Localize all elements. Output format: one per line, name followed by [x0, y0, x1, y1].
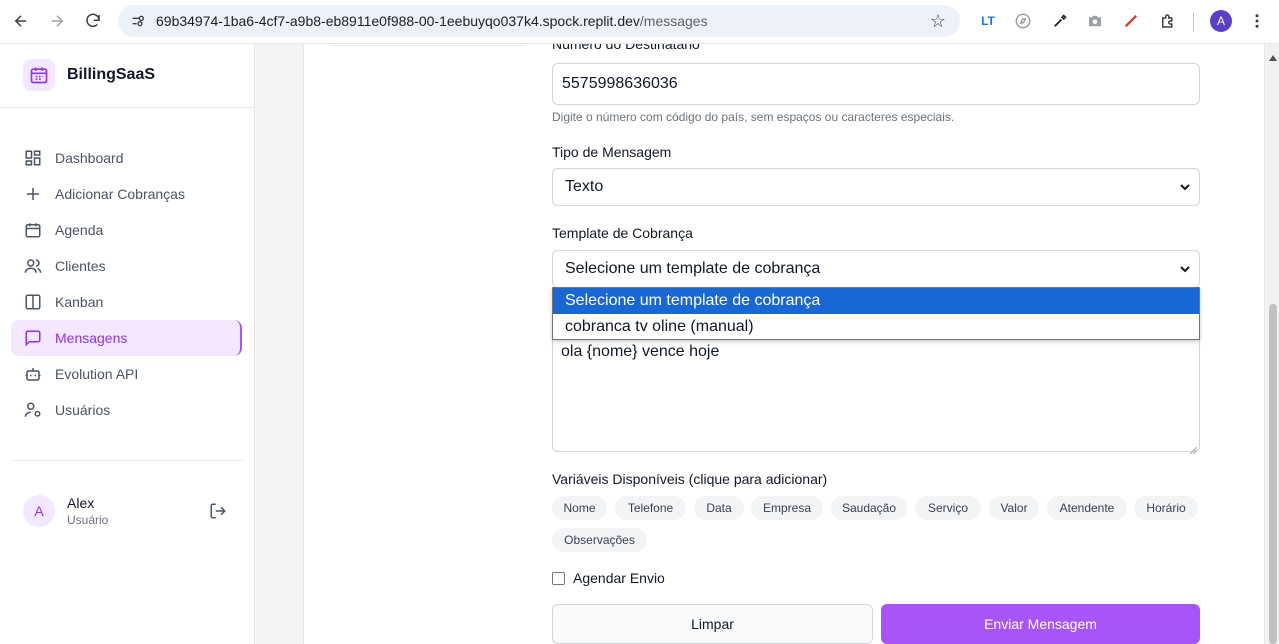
- site-settings-icon[interactable]: [130, 13, 146, 29]
- message-icon: [23, 328, 43, 348]
- users-icon: [23, 256, 43, 276]
- template-label: Template de Cobrança: [552, 225, 693, 241]
- scroll-up-arrow-icon[interactable]: [1269, 48, 1277, 61]
- divider: [0, 107, 254, 108]
- message-textarea[interactable]: ola {nome} vence hoje: [552, 332, 1200, 455]
- bookmark-star-icon[interactable]: ☆: [930, 11, 946, 32]
- calendar-icon: [23, 220, 43, 240]
- sidebar-item-label: Usuários: [55, 402, 111, 418]
- toolbar-divider: [1193, 12, 1194, 32]
- schedule-row: Agendar Envio: [552, 570, 665, 586]
- recipient-hint: Digite o número com código do país, sem …: [552, 110, 955, 124]
- variable-chip[interactable]: Horário: [1134, 496, 1198, 520]
- send-message-button[interactable]: Enviar Mensagem: [881, 604, 1200, 644]
- variables-label: Variáveis Disponíveis (clique para adici…: [552, 471, 828, 487]
- variable-chip[interactable]: Atendente: [1047, 496, 1127, 520]
- variable-chip[interactable]: Empresa: [751, 496, 823, 520]
- variable-chip[interactable]: Observações: [552, 528, 647, 552]
- url-text: 69b34974-1ba6-4cf7-a9b8-eb8911e0f988-00-…: [156, 13, 708, 29]
- clear-button[interactable]: Limpar: [552, 604, 873, 644]
- plus-icon: [23, 184, 43, 204]
- sidebar-item-label: Mensagens: [55, 330, 128, 346]
- browser-toolbar: 69b34974-1ba6-4cf7-a9b8-eb8911e0f988-00-…: [0, 0, 1279, 44]
- avatar: A: [23, 495, 55, 527]
- variable-chip[interactable]: Saudação: [831, 496, 907, 520]
- user-profile: A Alex Usuário: [23, 494, 233, 528]
- user-cog-icon: [23, 400, 43, 420]
- resize-handle-icon[interactable]: [1189, 441, 1198, 455]
- extensions-puzzle-icon[interactable]: [1158, 11, 1178, 31]
- extension-lt-icon[interactable]: LT: [978, 11, 998, 31]
- template-option[interactable]: Selecione um template de cobrança: [553, 288, 1199, 314]
- forward-icon[interactable]: [45, 9, 69, 33]
- sidebar-item-clientes[interactable]: Clientes: [11, 248, 242, 284]
- schedule-checkbox[interactable]: [552, 571, 565, 585]
- bot-icon: [23, 364, 43, 384]
- sidebar-item-dashboard[interactable]: Dashboard: [11, 140, 242, 176]
- calendar-logo-icon: [23, 59, 55, 91]
- sidebar-item-label: Kanban: [55, 294, 104, 310]
- sidebar-item-label: Clientes: [55, 258, 106, 274]
- extension-camera-icon[interactable]: [1085, 11, 1105, 31]
- sidebar-item-usuarios[interactable]: Usuários: [11, 392, 242, 428]
- brand[interactable]: BillingSaaS: [23, 59, 155, 91]
- variable-chip[interactable]: Telefone: [615, 496, 686, 520]
- user-role: Usuário: [67, 513, 109, 527]
- schedule-label[interactable]: Agendar Envio: [573, 570, 665, 586]
- sidebar-item-adicionar-cobrancas[interactable]: Adicionar Cobranças: [11, 176, 242, 212]
- sidebar-item-label: Agenda: [55, 222, 104, 238]
- extension-compass-icon[interactable]: [1013, 11, 1033, 31]
- browser-menu-icon[interactable]: [1247, 11, 1267, 31]
- profile-avatar[interactable]: A: [1210, 10, 1232, 32]
- logout-icon[interactable]: [209, 502, 227, 525]
- kanban-icon: [23, 292, 43, 312]
- address-bar[interactable]: 69b34974-1ba6-4cf7-a9b8-eb8911e0f988-00-…: [118, 5, 960, 37]
- extension-eyedropper-icon[interactable]: [1050, 11, 1070, 31]
- chevron-down-icon: [1179, 262, 1191, 276]
- recipient-input[interactable]: 5575998636036: [552, 63, 1200, 105]
- sidebar-menu: Dashboard Adicionar Cobranças Agenda Cli…: [11, 140, 242, 428]
- sidebar-item-kanban[interactable]: Kanban: [11, 284, 242, 320]
- user-name: Alex: [67, 495, 95, 511]
- sidebar-item-label: Dashboard: [55, 150, 124, 166]
- template-select[interactable]: Selecione um template de cobrança: [552, 250, 1200, 288]
- back-icon[interactable]: [9, 9, 33, 33]
- tab-panel-edge: [329, 44, 527, 46]
- variable-chip[interactable]: Valor: [989, 496, 1039, 520]
- type-select-value: Texto: [565, 178, 604, 195]
- page-scrollbar[interactable]: [1267, 44, 1279, 644]
- sidebar: BillingSaaS Dashboard Adicionar Cobrança…: [0, 44, 255, 644]
- scrollbar-thumb[interactable]: [1269, 304, 1277, 644]
- user-info: Alex Usuário: [67, 495, 108, 527]
- main-content: Número do Destinatário 5575998636036 Dig…: [255, 44, 1267, 644]
- template-dropdown-list: Selecione um template de cobrança cobran…: [552, 287, 1200, 340]
- sidebar-item-label: Evolution API: [55, 366, 139, 382]
- variable-chip[interactable]: Nome: [552, 496, 607, 520]
- dashboard-icon: [23, 148, 43, 168]
- reload-icon[interactable]: [81, 9, 105, 33]
- sidebar-item-agenda[interactable]: Agenda: [11, 212, 242, 248]
- sidebar-item-evolution-api[interactable]: Evolution API: [11, 356, 242, 392]
- extension-pen-icon[interactable]: [1121, 11, 1141, 31]
- message-text: ola {nome} vence hoje: [561, 343, 720, 360]
- recipient-label: Número do Destinatário: [552, 44, 700, 52]
- type-label: Tipo de Mensagem: [552, 144, 672, 160]
- template-option[interactable]: cobranca tv oline (manual): [553, 314, 1199, 340]
- sidebar-item-label: Adicionar Cobranças: [55, 186, 185, 202]
- divider: [11, 460, 243, 461]
- variable-chip[interactable]: Data: [694, 496, 744, 520]
- sidebar-item-mensagens[interactable]: Mensagens: [11, 320, 242, 356]
- template-select-value: Selecione um template de cobrança: [565, 260, 821, 277]
- chevron-down-icon: [1179, 180, 1191, 194]
- brand-name: BillingSaaS: [67, 66, 156, 83]
- type-select[interactable]: Texto: [552, 168, 1200, 206]
- variable-chip[interactable]: Serviço: [915, 496, 981, 520]
